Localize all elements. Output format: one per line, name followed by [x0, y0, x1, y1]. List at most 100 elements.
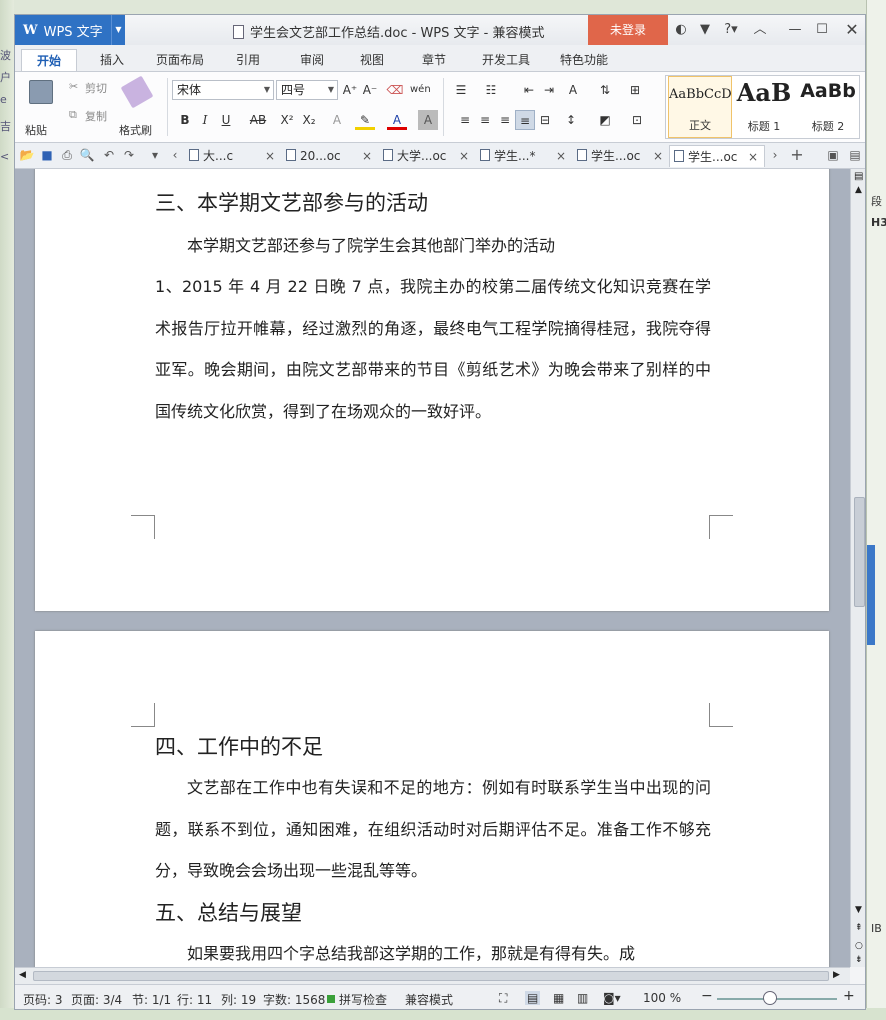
tab-chapter[interactable]: 章节 [409, 49, 459, 71]
shading-icon[interactable]: ◩ [595, 110, 615, 130]
close-tab-icon[interactable]: × [748, 146, 758, 168]
line-spacing-icon[interactable]: ↕ [561, 110, 581, 130]
cut-button[interactable]: 剪切 [85, 80, 107, 96]
save-icon[interactable]: ■ [39, 146, 55, 164]
zoom-in-icon[interactable]: + [843, 988, 855, 1004]
justify-icon[interactable]: ≡ [515, 110, 535, 130]
zoom-level[interactable]: 100 % [643, 991, 681, 1005]
numbered-list-icon[interactable]: ☷ [481, 80, 501, 100]
format-painter-button[interactable]: 格式刷 [119, 122, 152, 138]
tab-view[interactable]: 视图 [347, 49, 397, 71]
close-tab-icon[interactable]: × [653, 145, 663, 167]
tab-home[interactable]: 开始 [21, 49, 77, 71]
scrollbar-thumb[interactable] [854, 497, 865, 607]
align-left-icon[interactable]: ≡ [455, 110, 475, 130]
paste-icon[interactable] [29, 80, 53, 104]
close-tab-icon[interactable]: × [362, 145, 372, 167]
page[interactable]: 三、本学期文艺部参与的活动 本学期文艺部还参与了院学生会其他部门举办的活动 1、… [35, 169, 829, 611]
tab-page-layout[interactable]: 页面布局 [149, 49, 211, 71]
next-page-icon[interactable]: ⇟ [855, 955, 863, 965]
undo-icon[interactable]: ↶ [101, 146, 117, 164]
page-view-icon[interactable]: ▤ [525, 991, 541, 1005]
strikethrough-icon[interactable]: AB [246, 110, 270, 130]
document-tab[interactable]: 大学...oc × [379, 145, 475, 167]
style-heading-2[interactable]: AaBb 标题 2 [796, 76, 860, 138]
scrollbar-thumb[interactable] [33, 971, 829, 981]
new-tab-icon[interactable]: + [789, 146, 805, 164]
spell-check-toggle[interactable]: 拼写检查 [339, 991, 387, 1008]
window-list-icon[interactable]: ▣ [825, 146, 841, 164]
document-canvas[interactable]: 三、本学期文艺部参与的活动 本学期文艺部还参与了院学生会其他部门举办的活动 1、… [15, 169, 850, 967]
scroll-left-icon[interactable]: ◀ [19, 970, 26, 980]
phonetic-icon[interactable]: wén [410, 80, 431, 100]
distributed-icon[interactable]: ⊟ [535, 110, 555, 130]
status-page[interactable]: 页面: 3/4 [71, 991, 122, 1008]
document-tab[interactable]: 大...c × [185, 145, 281, 167]
style-heading-1[interactable]: AaB 标题 1 [732, 76, 796, 138]
document-tab[interactable]: 20...oc × [282, 145, 378, 167]
print-icon[interactable]: ⎙ [59, 146, 75, 164]
tab-scroll-left-icon[interactable]: ‹ [167, 146, 183, 164]
bullet-list-icon[interactable]: ☰ [451, 80, 471, 100]
app-menu-button[interactable]: W WPS 文字 ▼ [15, 15, 125, 45]
status-word-count[interactable]: 字数: 1568 [263, 991, 325, 1008]
minimize-icon[interactable]: — [785, 19, 805, 41]
subscript-icon[interactable]: X₂ [299, 110, 319, 130]
zoom-slider[interactable] [717, 998, 837, 1000]
zoom-slider-knob[interactable] [763, 991, 777, 1005]
close-icon[interactable]: ✕ [842, 19, 862, 41]
shirt-icon[interactable]: ▼ [695, 19, 715, 41]
document-tab[interactable]: 学生...oc × [573, 145, 669, 167]
help-icon[interactable]: ?▾ [719, 19, 743, 41]
bold-icon[interactable]: B [175, 110, 195, 130]
scroll-down-icon[interactable]: ▼ [855, 905, 862, 915]
tab-references[interactable]: 引用 [223, 49, 273, 71]
align-center-icon[interactable]: ≡ [475, 110, 495, 130]
maximize-icon[interactable]: ☐ [812, 19, 832, 41]
font-size-select[interactable]: 四号 ▼ [276, 80, 338, 100]
web-view-icon[interactable]: ▥ [577, 991, 588, 1005]
vertical-scrollbar[interactable]: ▤ ▲ ▼ ⇞ ○ ⇟ [850, 169, 865, 967]
document-tab-active[interactable]: 学生...oc × [669, 145, 765, 167]
reading-mode-icon[interactable]: ◙▾ [603, 991, 621, 1005]
login-button[interactable]: 未登录 [588, 15, 668, 45]
scroll-up-icon[interactable]: ▲ [855, 185, 862, 195]
highlight-icon[interactable]: ✎ [355, 110, 375, 130]
tab-menu-icon[interactable]: ▤ [847, 146, 863, 164]
borders-icon[interactable]: ⊡ [627, 110, 647, 130]
tab-insert[interactable]: 插入 [87, 49, 137, 71]
table-icon[interactable]: ⊞ [625, 80, 645, 100]
horizontal-scrollbar[interactable]: ◀ ▶ [15, 967, 850, 984]
full-screen-icon[interactable]: ⛶ [499, 991, 507, 1006]
style-normal[interactable]: AaBbCcD 正文 [668, 76, 732, 138]
collapse-icon[interactable]: ︿ [750, 19, 770, 41]
outline-view-icon[interactable]: ▦ [553, 991, 564, 1005]
format-painter-icon[interactable] [120, 75, 154, 109]
document-tab[interactable]: 学生...* × [476, 145, 572, 167]
tab-scroll-right-icon[interactable]: › [767, 146, 783, 164]
tab-review[interactable]: 审阅 [287, 49, 337, 71]
zoom-out-icon[interactable]: − [701, 988, 713, 1004]
font-name-select[interactable]: 宋体 ▼ [172, 80, 274, 100]
char-shading-icon[interactable]: A [418, 110, 438, 130]
paste-button[interactable]: 粘贴 [25, 122, 47, 138]
skin-icon[interactable]: ◐ [671, 19, 691, 41]
font-color-icon[interactable]: A [387, 110, 407, 130]
split-icon[interactable]: ▤ [854, 171, 863, 182]
increase-indent-icon[interactable]: ⇥ [539, 80, 559, 100]
clear-format-icon[interactable]: ⌫ [385, 80, 405, 100]
italic-icon[interactable]: I [195, 110, 215, 130]
page[interactable]: 四、工作中的不足 文艺部在工作中也有失误和不足的地方：例如有时联系学生当中出现的… [35, 631, 829, 967]
close-tab-icon[interactable]: × [265, 145, 275, 167]
open-icon[interactable]: 📂 [19, 146, 35, 164]
decrease-indent-icon[interactable]: ⇤ [519, 80, 539, 100]
copy-button[interactable]: 复制 [85, 108, 107, 124]
browse-object-icon[interactable]: ○ [855, 941, 863, 951]
shrink-font-icon[interactable]: A⁻ [360, 80, 380, 100]
previous-page-icon[interactable]: ⇞ [855, 923, 863, 933]
print-preview-icon[interactable]: 🔍 [79, 146, 95, 164]
text-effect-icon[interactable]: A [327, 110, 347, 130]
chevron-down-icon[interactable]: ▼ [111, 15, 125, 45]
close-tab-icon[interactable]: × [459, 145, 469, 167]
tab-special[interactable]: 特色功能 [551, 49, 617, 71]
